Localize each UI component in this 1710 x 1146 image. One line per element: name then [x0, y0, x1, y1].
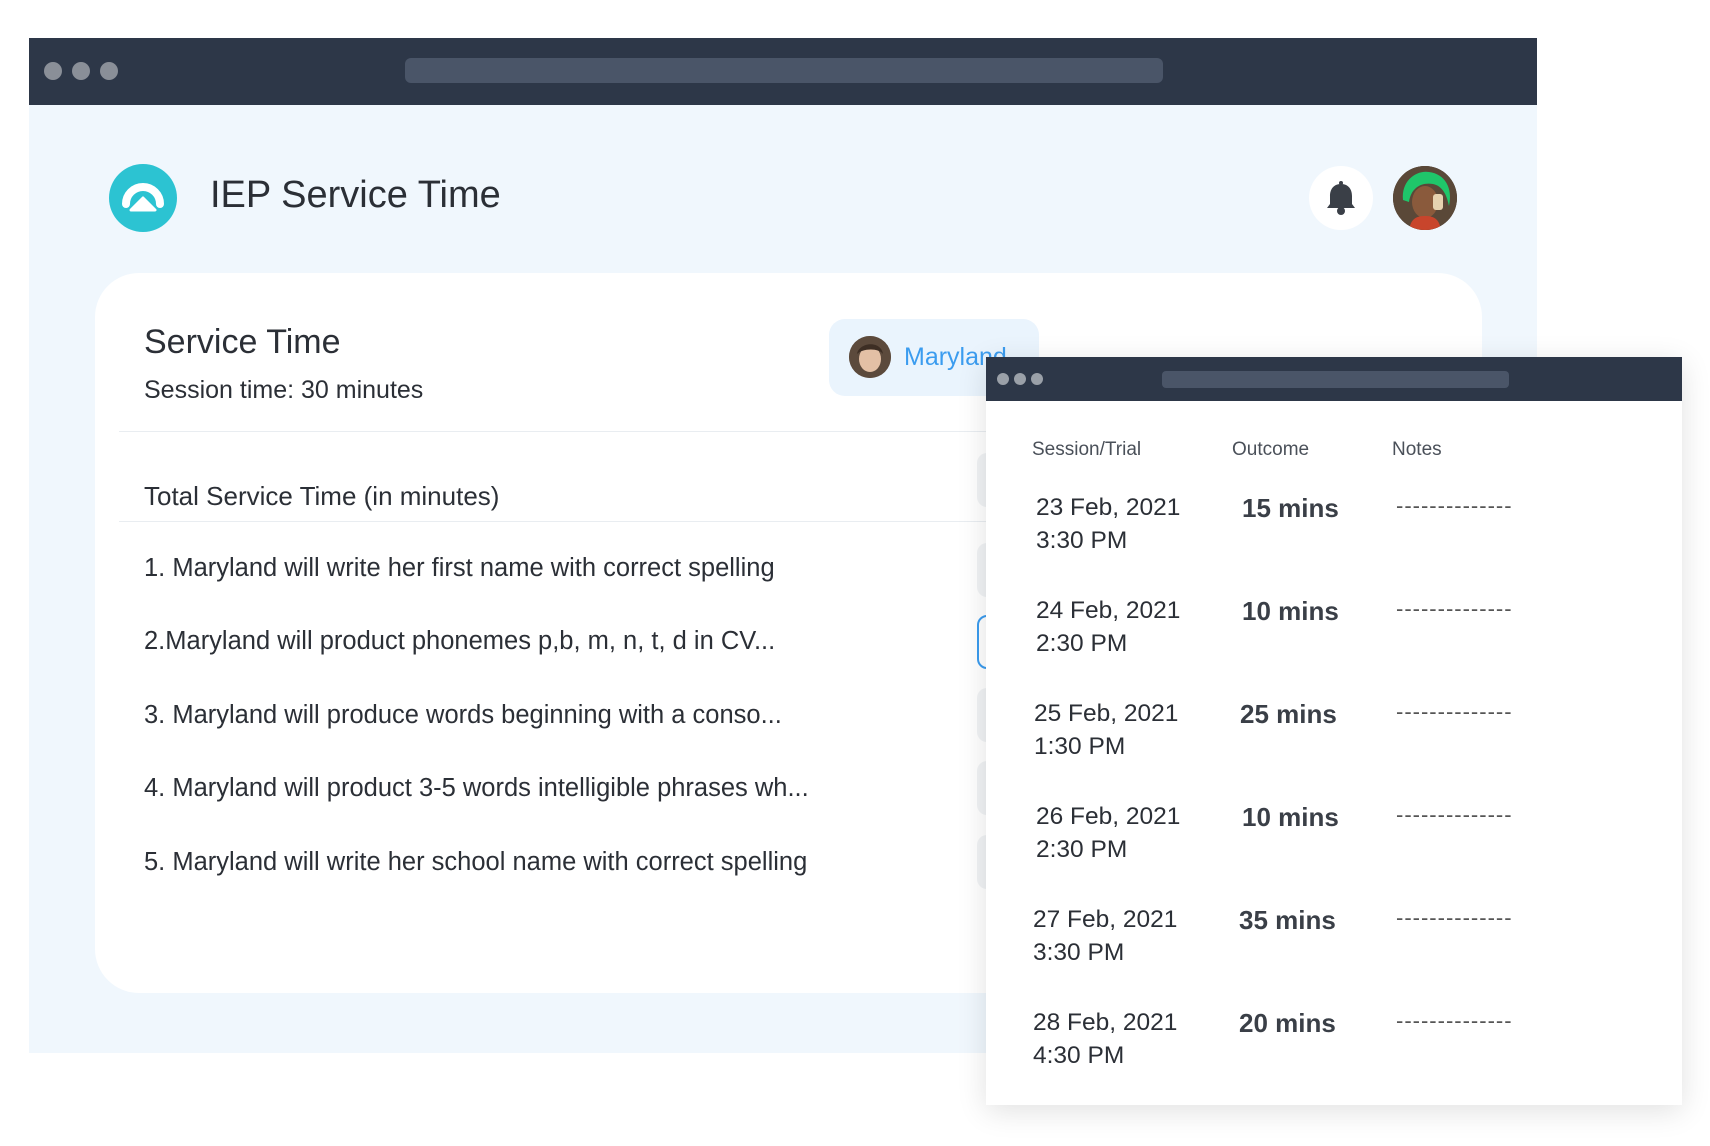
table-row-2-outcome: 10 mins	[1242, 596, 1339, 626]
goal-5-label: 5. Maryland will write her school name w…	[144, 848, 808, 876]
table-row-3-outcome: 25 mins	[1240, 699, 1337, 729]
app-logo-icon[interactable]	[109, 164, 177, 232]
card-title: Service Time	[144, 323, 341, 361]
session-time: 3:30 PM	[1033, 939, 1125, 966]
student-avatar	[849, 336, 891, 378]
column-header-session: Session/Trial	[1032, 439, 1142, 460]
session-date: 26 Feb, 2021	[1036, 803, 1181, 830]
table-row-1-notes: --------------	[1396, 493, 1513, 518]
window-minimize-dot-icon[interactable]	[72, 62, 90, 80]
goal-3-label: 3. Maryland will produce words beginning…	[144, 701, 782, 729]
table-row-4-notes: --------------	[1396, 802, 1513, 827]
popup-address-bar[interactable]	[1162, 371, 1509, 388]
column-header-notes: Notes	[1392, 439, 1442, 460]
popup-titlebar	[986, 357, 1682, 401]
session-date: 27 Feb, 2021	[1033, 906, 1178, 933]
table-row-5-outcome: 35 mins	[1239, 905, 1336, 935]
table-row-6-session: 28 Feb, 2021 4:30 PM	[1033, 1006, 1177, 1072]
session-time: 3:30 PM	[1036, 527, 1128, 554]
table-row-6-outcome: 20 mins	[1239, 1008, 1336, 1038]
notifications-button[interactable]	[1309, 166, 1373, 230]
goal-4-label: 4. Maryland will product 3-5 words intel…	[144, 774, 809, 802]
window-close-dot-icon[interactable]	[44, 62, 62, 80]
table-row-4-outcome: 10 mins	[1242, 802, 1339, 832]
table-row-5-notes: --------------	[1396, 905, 1513, 930]
table-row-2-session: 24 Feb, 2021 2:30 PM	[1036, 594, 1180, 660]
popup-close-dot-icon[interactable]	[997, 373, 1009, 385]
user-avatar[interactable]	[1393, 166, 1457, 230]
session-time: 2:30 PM	[1036, 836, 1128, 863]
popup-minimize-dot-icon[interactable]	[1014, 373, 1026, 385]
session-time: 2:30 PM	[1036, 630, 1128, 657]
sessions-popup-window: Session/Trial Outcome Notes 23 Feb, 2021…	[986, 357, 1682, 1105]
session-date: 24 Feb, 2021	[1036, 597, 1181, 624]
table-row-6-notes: --------------	[1396, 1008, 1513, 1033]
table-row-2-notes: --------------	[1396, 596, 1513, 621]
session-date: 28 Feb, 2021	[1033, 1009, 1178, 1036]
total-service-time-label: Total Service Time (in minutes)	[144, 481, 500, 511]
table-row-4-session: 26 Feb, 2021 2:30 PM	[1036, 800, 1180, 866]
column-header-outcome: Outcome	[1232, 439, 1310, 460]
table-row-3-session: 25 Feb, 2021 1:30 PM	[1034, 697, 1178, 763]
browser-titlebar	[29, 38, 1537, 105]
table-row-5-session: 27 Feb, 2021 3:30 PM	[1033, 903, 1177, 969]
window-maximize-dot-icon[interactable]	[100, 62, 118, 80]
page-title: IEP Service Time	[210, 174, 501, 216]
session-time: 4:30 PM	[1033, 1042, 1125, 1069]
table-row-3-notes: --------------	[1396, 699, 1513, 724]
table-row-1-outcome: 15 mins	[1242, 493, 1339, 523]
table-row-1-session: 23 Feb, 2021 3:30 PM	[1036, 491, 1180, 557]
goal-1-label: 1. Maryland will write her first name wi…	[144, 554, 775, 582]
session-date: 25 Feb, 2021	[1034, 700, 1179, 727]
goal-2-label: 2.Maryland will product phonemes p,b, m,…	[144, 627, 776, 655]
session-date: 23 Feb, 2021	[1036, 494, 1181, 521]
session-time-label: Session time: 30 minutes	[144, 376, 424, 404]
popup-maximize-dot-icon[interactable]	[1031, 373, 1043, 385]
bell-icon	[1327, 181, 1355, 215]
address-bar[interactable]	[405, 58, 1163, 83]
session-time: 1:30 PM	[1034, 733, 1126, 760]
